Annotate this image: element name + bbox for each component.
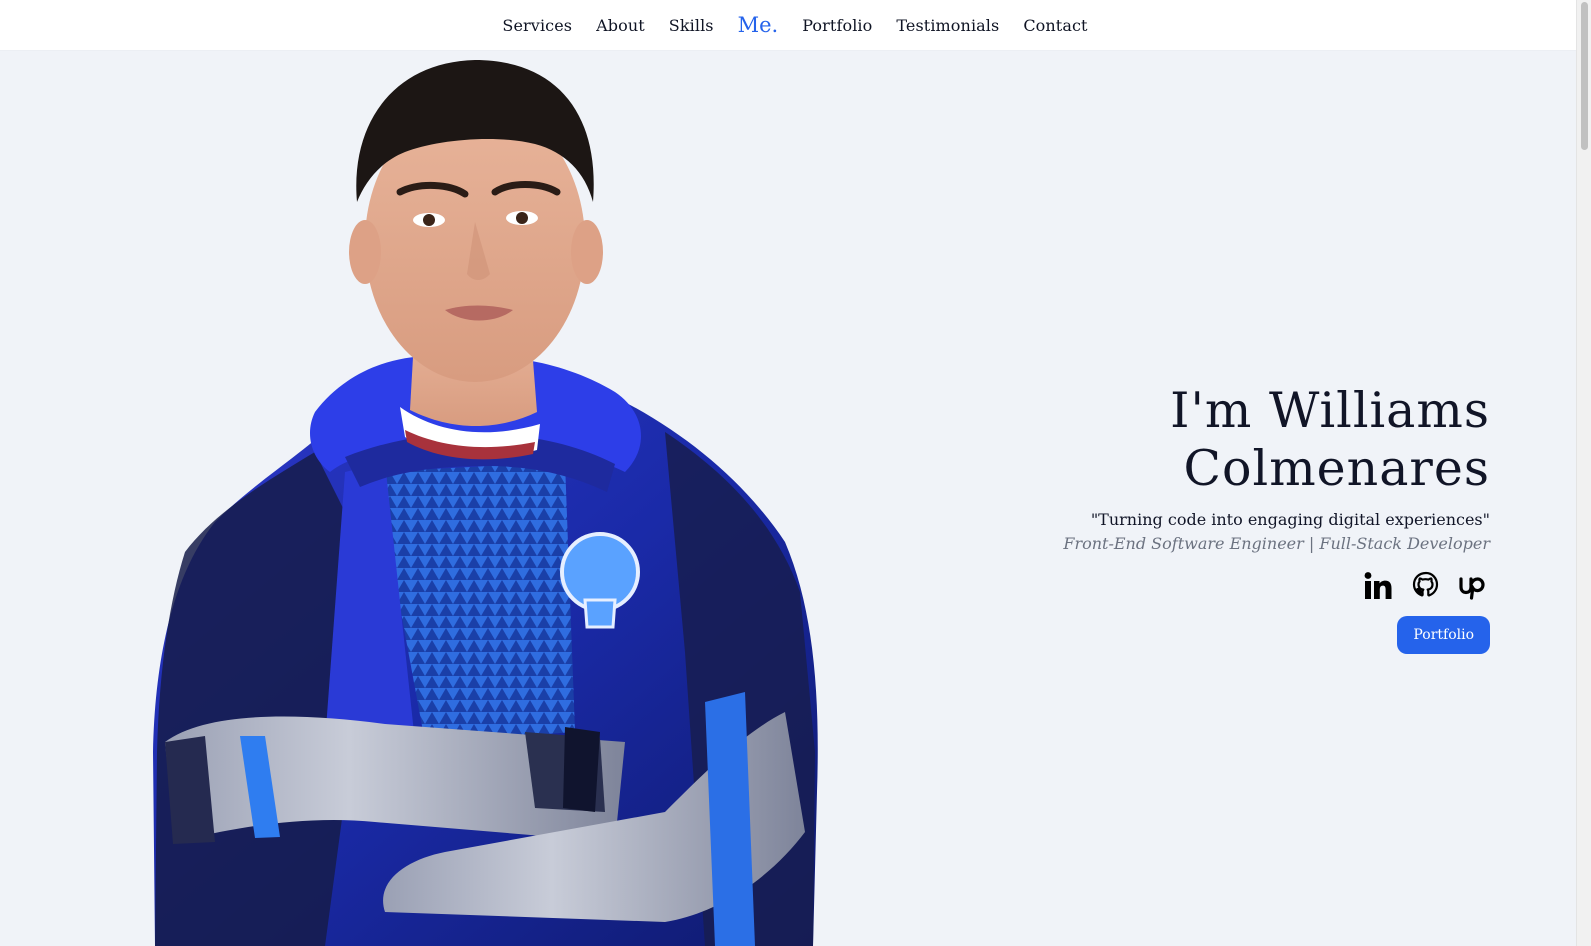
hero-role: Front-End Software Engineer | Full-Stack…	[1063, 534, 1490, 553]
page: Services About Skills Me. Portfolio Test…	[0, 0, 1591, 946]
social-links	[850, 570, 1490, 602]
hero-section: I'm Williams Colmenares "Turning code in…	[850, 382, 1490, 654]
nav-link-about[interactable]: About	[596, 16, 645, 35]
nav-link-portfolio[interactable]: Portfolio	[802, 16, 872, 35]
nav-link-contact[interactable]: Contact	[1023, 16, 1087, 35]
linkedin-icon[interactable]	[1362, 570, 1394, 602]
page-scrollbar[interactable]	[1576, 0, 1591, 946]
profile-portrait-image	[153, 60, 818, 946]
portfolio-button[interactable]: Portfolio	[1397, 616, 1490, 654]
github-icon[interactable]	[1410, 570, 1442, 602]
upwork-icon[interactable]	[1458, 570, 1490, 602]
nav-link-skills[interactable]: Skills	[669, 16, 714, 35]
hero-quote: "Turning code into engaging digital expe…	[1090, 510, 1490, 529]
nav-brand-logo[interactable]: Me.	[738, 13, 779, 37]
top-navbar: Services About Skills Me. Portfolio Test…	[0, 0, 1576, 51]
nav-list: Services About Skills Me. Portfolio Test…	[502, 13, 1087, 37]
hero-title: I'm Williams Colmenares	[1170, 382, 1490, 497]
nav-link-testimonials[interactable]: Testimonials	[896, 16, 999, 35]
scrollbar-thumb[interactable]	[1581, 2, 1588, 150]
nav-link-services[interactable]: Services	[502, 16, 572, 35]
